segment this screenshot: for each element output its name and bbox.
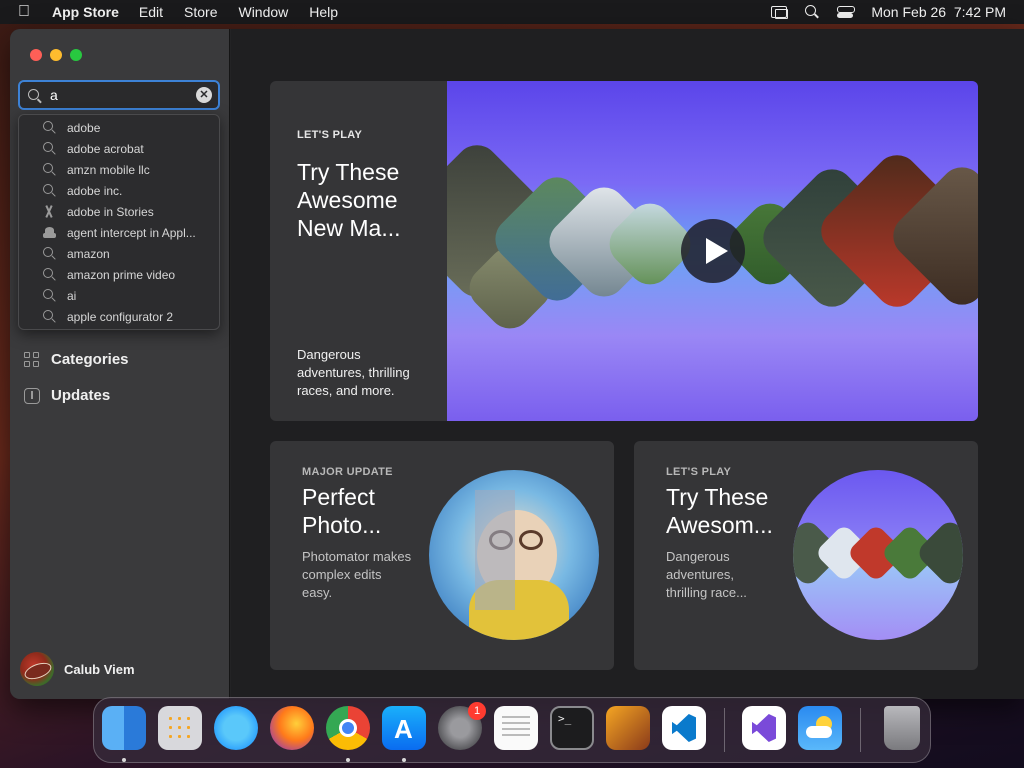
suggestion-label: agent intercept in Appl... (67, 225, 196, 240)
close-window-button[interactable] (30, 49, 42, 61)
suggestion-item[interactable]: amazon prime video (19, 264, 219, 285)
running-indicator (346, 758, 350, 762)
card-title: Try These Awesom... (666, 484, 773, 538)
search-icon (28, 89, 42, 103)
launchpad-icon[interactable] (158, 706, 202, 750)
terminal-icon[interactable]: >_ (550, 706, 594, 750)
menu-clock[interactable]: Mon Feb 26 7:42 PM (871, 4, 1006, 20)
card-eyebrow: LET'S PLAY (666, 466, 732, 478)
running-indicator (122, 758, 126, 762)
games-artwork (793, 470, 963, 640)
suggestion-item[interactable]: apple configurator 2 (19, 306, 219, 327)
menu-app-name[interactable]: App Store (52, 4, 119, 20)
suggestion-label: amazon prime video (67, 267, 176, 282)
sidebar-item-label: Updates (51, 387, 111, 404)
suggestion-item[interactable]: adobe (19, 117, 219, 138)
search-icon (43, 289, 56, 302)
screen-mirroring-icon[interactable] (771, 6, 789, 19)
suggestion-label: adobe inc. (67, 183, 123, 198)
featured-eyebrow: LET'S PLAY (297, 129, 363, 141)
menu-bar:  App Store Edit Store Window Help Mon F… (0, 0, 1024, 24)
sidebar-item-categories[interactable]: Categories (24, 351, 129, 368)
stories-icon (43, 205, 56, 218)
suggestion-label: amzn mobile llc (67, 162, 150, 177)
avatar (20, 652, 54, 686)
suggestion-label: apple configurator 2 (67, 309, 174, 324)
menu-help[interactable]: Help (309, 4, 338, 20)
suggestion-item[interactable]: agent intercept in Appl... (19, 222, 219, 243)
categories-icon (24, 351, 40, 368)
finder-icon[interactable] (102, 706, 146, 750)
window-controls (30, 49, 82, 61)
running-indicator (402, 758, 406, 762)
suggestion-label: adobe acrobat (67, 141, 144, 156)
search-icon (43, 121, 56, 134)
control-center-icon[interactable] (837, 5, 856, 19)
search-icon (43, 310, 56, 323)
apple-menu-icon[interactable]:  (18, 3, 38, 21)
search-field[interactable]: ✕ (18, 80, 220, 110)
search-icon (43, 268, 56, 281)
menu-window[interactable]: Window (238, 4, 288, 20)
search-icon (43, 163, 56, 176)
photomator-artwork (429, 470, 599, 640)
featured-artwork (447, 81, 978, 421)
app-store-window: ✕ adobe adobe acrobat amzn mobile llc ad… (10, 29, 1024, 699)
app-icon (43, 226, 56, 239)
sidebar-item-label: Categories (51, 351, 129, 368)
search-icon (43, 142, 56, 155)
suggestion-item[interactable]: ai (19, 285, 219, 306)
notification-badge: 1 (468, 702, 486, 720)
suggestion-label: adobe (67, 120, 101, 135)
card-title: Perfect Photo... (302, 484, 382, 538)
chrome-icon[interactable] (326, 706, 370, 750)
firefox-icon[interactable] (270, 706, 314, 750)
spotlight-search-icon[interactable] (805, 5, 819, 19)
search-suggestions: adobe adobe acrobat amzn mobile llc adob… (18, 114, 220, 330)
trash-icon[interactable] (884, 706, 920, 750)
story-card-lets-play[interactable]: LET'S PLAY Try These Awesom... Dangerous… (634, 441, 978, 670)
search-icon (43, 184, 56, 197)
suggestion-item[interactable]: adobe acrobat (19, 138, 219, 159)
textedit-icon[interactable] (494, 706, 538, 750)
story-card-photomator[interactable]: MAJOR UPDATE Perfect Photo... Photomator… (270, 441, 614, 670)
card-description: Photomator makes complex edits easy. (302, 549, 412, 600)
updates-icon (24, 387, 40, 404)
suggestion-item[interactable]: amzn mobile llc (19, 159, 219, 180)
featured-title: Try These Awesome New Ma... (297, 159, 401, 241)
menu-store[interactable]: Store (184, 4, 217, 20)
suggestion-label: amazon (67, 246, 110, 261)
dock: A 1 >_ (93, 697, 931, 763)
visual-studio-icon[interactable] (742, 706, 786, 750)
card-description: Dangerous adventures, thrilling race... (666, 549, 747, 600)
garageband-icon[interactable] (606, 706, 650, 750)
suggestion-label: ai (67, 288, 77, 303)
sidebar-item-updates[interactable]: Updates (24, 387, 110, 404)
suggestion-item[interactable]: amazon (19, 243, 219, 264)
main-content: LET'S PLAY Try These Awesome New Ma... D… (231, 29, 1024, 699)
account-button[interactable]: Calub Viem (20, 652, 135, 686)
app-store-icon[interactable]: A (382, 706, 426, 750)
dock-separator (724, 708, 725, 752)
minimize-window-button[interactable] (50, 49, 62, 61)
menu-edit[interactable]: Edit (139, 4, 163, 20)
vscode-icon[interactable] (662, 706, 706, 750)
safari-icon[interactable] (214, 706, 258, 750)
weather-icon[interactable] (798, 706, 842, 750)
sidebar: ✕ adobe adobe acrobat amzn mobile llc ad… (10, 29, 230, 699)
featured-story-card[interactable]: LET'S PLAY Try These Awesome New Ma... D… (270, 81, 978, 421)
zoom-window-button[interactable] (70, 49, 82, 61)
dock-separator (860, 708, 861, 752)
search-icon (43, 247, 56, 260)
play-video-button[interactable] (681, 219, 745, 283)
featured-description: Dangerous adventures, thrilling races, a… (297, 347, 410, 398)
card-eyebrow: MAJOR UPDATE (302, 466, 393, 478)
suggestion-label: adobe in Stories (67, 204, 154, 219)
clear-search-button[interactable]: ✕ (196, 87, 212, 103)
suggestion-item[interactable]: adobe in Stories (19, 201, 219, 222)
search-input[interactable] (50, 86, 190, 104)
suggestion-item[interactable]: adobe inc. (19, 180, 219, 201)
user-name: Calub Viem (64, 661, 135, 677)
